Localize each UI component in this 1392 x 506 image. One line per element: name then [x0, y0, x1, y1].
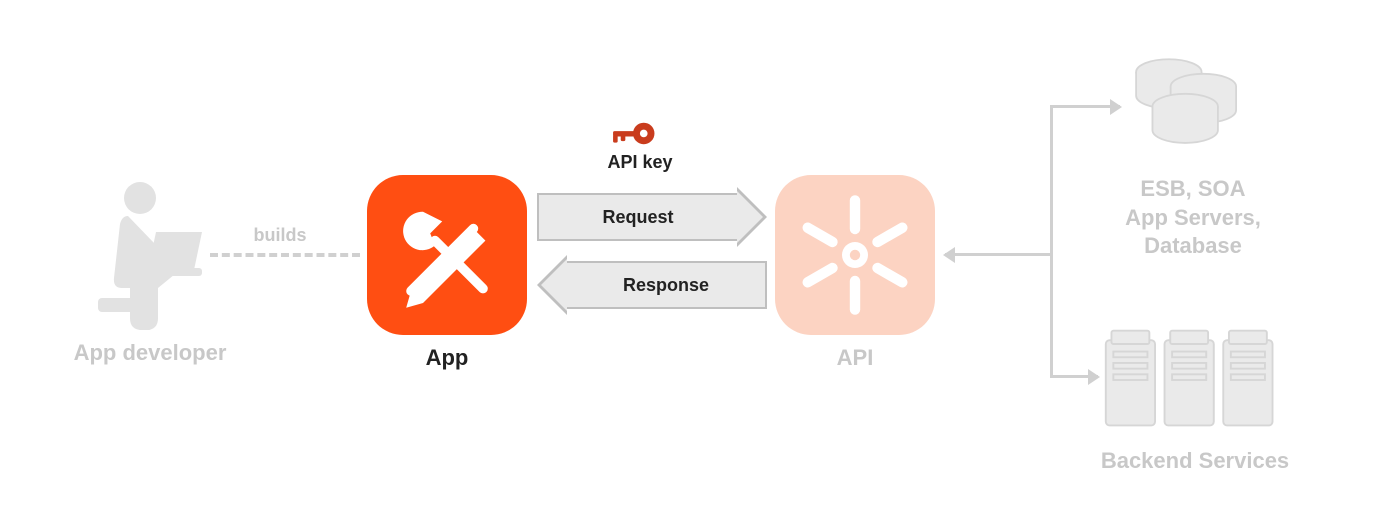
backend-services-label: Backend Services	[1080, 448, 1310, 474]
servers-icon	[1102, 320, 1282, 440]
response-arrow-label: Response	[623, 275, 709, 296]
app-node	[367, 175, 527, 335]
app-label: App	[367, 345, 527, 371]
backend-desc-line1: ESB, SOA	[1140, 176, 1245, 201]
developer-label: App developer	[60, 340, 240, 366]
branch-to-servers-connector	[1050, 375, 1098, 378]
database-icon	[1132, 52, 1242, 152]
api-to-branch-connector	[945, 253, 1050, 256]
request-arrow-label: Request	[602, 207, 673, 228]
backend-desc-line3: Database	[1144, 233, 1242, 258]
tools-icon	[387, 195, 507, 315]
backend-description: ESB, SOA App Servers, Database	[1088, 175, 1298, 261]
api-label: API	[775, 345, 935, 371]
branch-to-db-connector	[1050, 105, 1120, 108]
builds-label: builds	[240, 225, 320, 246]
hub-icon	[790, 190, 920, 320]
response-arrow: Response	[537, 260, 767, 310]
builds-connector	[210, 253, 360, 257]
key-icon	[610, 120, 656, 150]
api-node	[775, 175, 935, 335]
developer-icon	[98, 180, 208, 330]
branch-vertical	[1050, 105, 1053, 375]
api-key-label: API key	[580, 152, 700, 173]
backend-desc-line2: App Servers,	[1125, 205, 1261, 230]
request-arrow: Request	[537, 192, 767, 242]
